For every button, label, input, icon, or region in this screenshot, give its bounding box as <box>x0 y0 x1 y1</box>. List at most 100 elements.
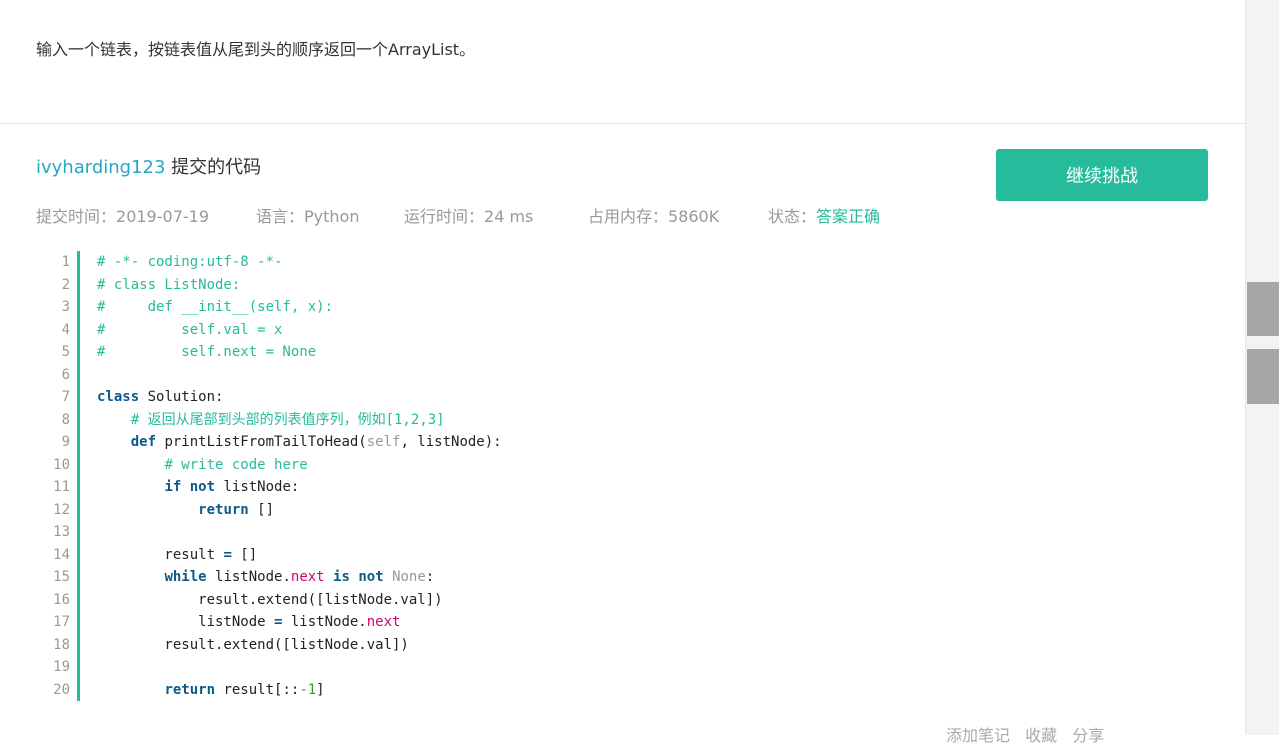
line-number: 2 <box>61 276 70 293</box>
code-token: next <box>290 569 325 585</box>
language: 语言：Python <box>256 203 359 227</box>
code-text: def printListFromTailToHead(self, listNo… <box>97 431 502 454</box>
code-text: # def __init__(self, x): <box>97 296 333 319</box>
code-token: not <box>358 569 384 585</box>
code-text: result = [] <box>97 544 257 567</box>
status-label: 状态： <box>768 207 817 226</box>
code-token: [] <box>231 546 258 563</box>
favorite-button[interactable]: 收藏 <box>1025 726 1057 745</box>
submit-time-value: 2019-07-19 <box>116 207 209 226</box>
divider <box>0 123 1245 124</box>
memory-value: 5860K <box>668 207 720 226</box>
code-gutter-bar <box>77 251 80 701</box>
code-token: listNode: <box>215 479 300 495</box>
continue-challenge-button[interactable]: 继续挑战 <box>996 149 1208 201</box>
submit-time-label: 提交时间： <box>36 207 117 226</box>
code-text: result.extend([listNode.val]) <box>97 589 443 612</box>
memory-label: 占用内存： <box>588 207 669 226</box>
code-block: 1 # -*- coding:utf-8 -*- 2 # class ListNode… <box>36 251 1206 701</box>
line-number: 9 <box>61 434 70 450</box>
side-tab-1[interactable] <box>1247 282 1279 336</box>
code-token: not <box>189 479 216 495</box>
code-token: def <box>130 434 157 450</box>
code-token: printListFromTailToHead( <box>156 434 367 450</box>
code-text: # self.val = x <box>97 319 282 342</box>
code-text: # self.next = None <box>97 341 316 364</box>
code-token: : <box>425 569 435 585</box>
code-text: while listNode.next is not None: <box>97 566 434 589</box>
status: 状态：答案正确 <box>768 203 880 227</box>
line-number: 18 <box>53 636 70 653</box>
submit-time: 提交时间：2019-07-19 <box>36 203 209 227</box>
code-token: result[:: <box>215 681 300 698</box>
code-token: is <box>333 569 350 585</box>
line-number: 8 <box>61 411 70 428</box>
code-token: result.extend([listNode.val]) <box>97 591 443 608</box>
submission-title: ivyharding123 提交的代码 <box>36 153 261 179</box>
code-text: # -*- coding:utf-8 -*- <box>97 251 282 274</box>
code-token: listNode. <box>282 614 367 630</box>
code-token: # 返回从尾部到头部的列表值序列，例如[1,2,3] <box>130 411 445 428</box>
line-number: 5 <box>61 344 70 360</box>
code-token: = <box>223 546 232 563</box>
runtime-label: 运行时间： <box>404 207 485 226</box>
line-number: 17 <box>53 614 70 630</box>
code-token: [] <box>248 501 275 518</box>
code-token: None <box>392 569 426 585</box>
code-token: # def __init__(self, x): <box>97 299 334 315</box>
line-number: 15 <box>53 569 70 585</box>
line-number: 10 <box>53 456 70 473</box>
code-text: result.extend([listNode.val]) <box>97 634 409 657</box>
submission-title-suffix: 提交的代码 <box>165 157 262 178</box>
language-value: Python <box>304 207 360 226</box>
code-token: while <box>164 569 207 585</box>
runtime: 运行时间：24 ms <box>404 203 533 227</box>
main-panel: 输入一个链表，按链表值从尾到头的顺序返回一个ArrayList。 ivyhard… <box>0 0 1245 745</box>
code-token: , listNode): <box>400 434 502 450</box>
side-tab-2[interactable] <box>1247 349 1279 404</box>
code-token: listNode. <box>206 569 291 585</box>
add-note-button[interactable]: 添加笔记 <box>946 726 1010 745</box>
code-text: class Solution: <box>97 386 223 409</box>
code-token: ] <box>316 681 325 698</box>
line-number: 3 <box>61 299 70 315</box>
code-token: return <box>164 681 216 698</box>
line-number: 11 <box>53 479 70 495</box>
footer-actions: 添加笔记 收藏 分享 <box>946 722 1114 746</box>
code-token: Solution: <box>139 389 224 405</box>
line-number: 12 <box>53 501 70 518</box>
runtime-value: 24 ms <box>484 207 534 226</box>
code-token: # -*- coding:utf-8 -*- <box>97 254 283 270</box>
code-token: # write code here <box>164 456 308 473</box>
code-text: listNode = listNode.next <box>97 611 400 634</box>
code-token: result <box>97 546 224 563</box>
line-number: 16 <box>53 591 70 608</box>
line-number: 7 <box>61 389 70 405</box>
code-token: # class ListNode: <box>97 276 241 293</box>
code-token: return <box>198 501 249 518</box>
code-token: # self.next = None <box>97 344 317 360</box>
share-button[interactable]: 分享 <box>1072 726 1104 745</box>
line-number: 19 <box>53 659 70 675</box>
language-label: 语言： <box>256 207 305 226</box>
line-number: 14 <box>53 546 70 563</box>
code-token: next <box>366 614 401 630</box>
code-text: if not listNode: <box>97 476 299 499</box>
problem-description: 输入一个链表，按链表值从尾到头的顺序返回一个ArrayList。 <box>36 40 476 59</box>
user-link[interactable]: ivyharding123 <box>36 157 165 178</box>
line-number: 4 <box>61 321 70 338</box>
code-text: # 返回从尾部到头部的列表值序列，例如[1,2,3] <box>97 409 445 432</box>
code-token: if <box>164 479 182 495</box>
code-text: # class ListNode: <box>97 274 240 297</box>
code-text: return [] <box>97 499 274 522</box>
code-token: result.extend([listNode.val]) <box>97 636 409 653</box>
